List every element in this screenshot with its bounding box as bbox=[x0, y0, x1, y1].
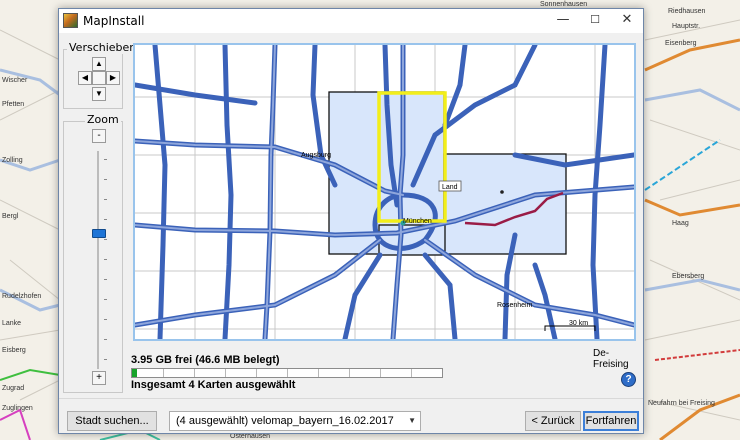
progress-segment bbox=[287, 369, 288, 377]
map-label-rosenheim: Rosenheim bbox=[497, 302, 533, 309]
zoom-in-button[interactable]: + bbox=[92, 371, 106, 385]
mapinstall-app-icon bbox=[63, 13, 78, 28]
minimize-button[interactable]: — bbox=[547, 9, 579, 33]
help-button[interactable]: ? bbox=[621, 372, 636, 387]
free-space-text: 3.95 GB frei (46.6 MB belegt) bbox=[131, 354, 280, 366]
bg-label: Zugrad bbox=[2, 385, 24, 392]
pan-right-button[interactable]: ▶ bbox=[106, 71, 120, 85]
title-bar[interactable]: MapInstall — ☐ ✕ bbox=[59, 9, 643, 33]
progress-segment bbox=[318, 369, 319, 377]
zoom-group bbox=[63, 121, 123, 393]
slider-tick bbox=[104, 179, 107, 180]
map-label-muenchen: München bbox=[403, 218, 432, 225]
bg-label: Bergl bbox=[2, 213, 19, 220]
map-city-dot bbox=[500, 190, 504, 194]
window-title: MapInstall bbox=[83, 14, 145, 28]
selected-count-text: Insgesamt 4 Karten ausgewählt bbox=[131, 379, 296, 391]
chevron-down-icon: ▼ bbox=[408, 416, 416, 425]
bg-label: Sonnenhausen bbox=[540, 1, 587, 8]
slider-tick bbox=[104, 339, 107, 340]
region-name: De-Freising bbox=[593, 348, 629, 370]
pan-left-button[interactable]: ◀ bbox=[78, 71, 92, 85]
progress-segment bbox=[163, 369, 164, 377]
pan-up-button[interactable]: ▲ bbox=[92, 57, 106, 71]
slider-tick bbox=[104, 259, 107, 260]
progress-segment bbox=[411, 369, 412, 377]
bg-label: Eisenberg bbox=[665, 40, 697, 47]
pan-center-button[interactable] bbox=[92, 71, 106, 85]
progress-segment bbox=[225, 369, 226, 377]
space-progress-bar bbox=[131, 368, 443, 378]
slider-tick bbox=[104, 319, 107, 320]
slider-tick bbox=[104, 219, 107, 220]
space-progress-fill bbox=[132, 369, 137, 377]
map-select-dropdown[interactable]: (4 ausgewählt) velomap_bayern_16.02.2017… bbox=[169, 411, 421, 431]
back-button[interactable]: < Zurück bbox=[525, 411, 581, 431]
map-label-augsburg: Augsburg bbox=[301, 152, 331, 159]
bg-label: Eisberg bbox=[2, 347, 26, 354]
bg-label: Pfetten bbox=[2, 101, 24, 108]
bg-label: Hauptstr. bbox=[672, 23, 700, 30]
pan-label: Verschieben bbox=[67, 41, 139, 54]
bg-label: Zuglingen bbox=[2, 405, 33, 412]
bg-label: Rudelzhofen bbox=[2, 293, 41, 300]
bg-label: Riedhausen bbox=[668, 8, 705, 15]
close-button[interactable]: ✕ bbox=[611, 9, 643, 33]
progress-segment bbox=[194, 369, 195, 377]
map-viewport[interactable]: Augsburg München Rosenheim Land 30 km bbox=[133, 43, 636, 341]
zoom-slider-thumb[interactable] bbox=[92, 229, 106, 238]
maximize-button[interactable]: ☐ bbox=[579, 9, 611, 33]
slider-tick bbox=[104, 199, 107, 200]
slider-tick bbox=[104, 359, 107, 360]
city-search-button[interactable]: Stadt suchen... bbox=[67, 411, 157, 431]
mapinstall-window: MapInstall — ☐ ✕ Verschieben ▲ ◀ ▶ ▼ Zoo… bbox=[58, 8, 644, 434]
map-scale-label: 30 km bbox=[569, 320, 588, 327]
map-tooltip: Land bbox=[442, 184, 458, 191]
bg-label: Zolling bbox=[2, 157, 23, 164]
progress-segment bbox=[380, 369, 381, 377]
map-select-value: (4 ausgewählt) velomap_bayern_16.02.2017 bbox=[176, 415, 394, 427]
bg-label: Haag bbox=[672, 220, 689, 227]
bg-label: Neufahrn bei Freising bbox=[648, 400, 715, 407]
slider-tick bbox=[104, 299, 107, 300]
pan-down-button[interactable]: ▼ bbox=[92, 87, 106, 101]
slider-tick bbox=[104, 279, 107, 280]
zoom-out-button[interactable]: - bbox=[92, 129, 106, 143]
bg-label: Ebersberg bbox=[672, 273, 704, 280]
slider-tick bbox=[104, 159, 107, 160]
slider-tick bbox=[104, 239, 107, 240]
progress-segment bbox=[256, 369, 257, 377]
footer-divider bbox=[59, 398, 643, 399]
next-button[interactable]: Fortfahren bbox=[583, 411, 639, 431]
bg-label: Osterhausen bbox=[230, 433, 270, 440]
map-roads bbox=[135, 45, 634, 339]
zoom-slider-track[interactable] bbox=[97, 151, 99, 369]
zoom-label: Zoom bbox=[85, 113, 121, 126]
bg-label: Lanke bbox=[2, 320, 21, 327]
progress-segment bbox=[349, 369, 350, 377]
bg-label: Wischer bbox=[2, 77, 28, 84]
